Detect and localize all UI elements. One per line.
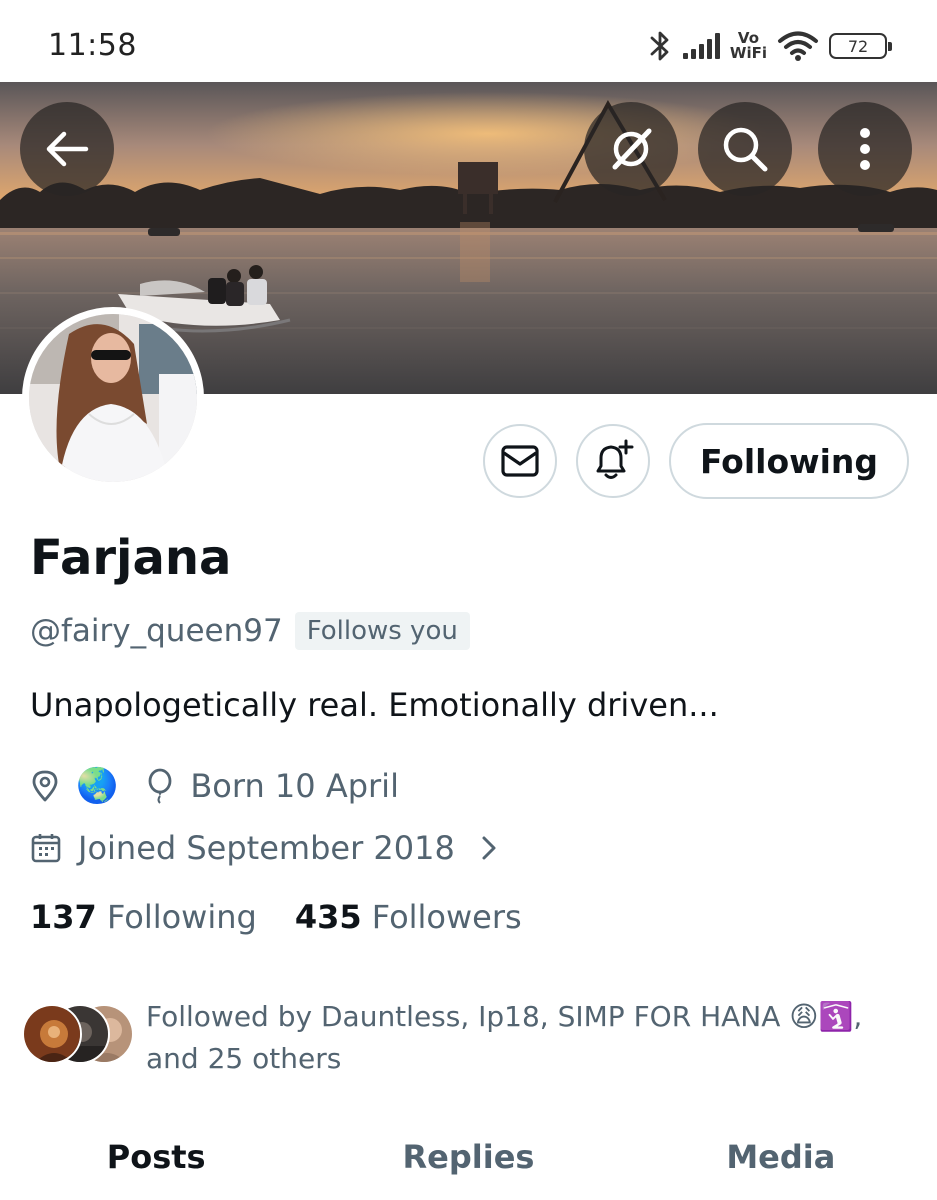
handle-row: @fairy_queen97 Follows you: [30, 612, 470, 650]
battery-level: 72: [847, 36, 869, 56]
battery-indicator: 72: [829, 33, 892, 59]
followed-by-text: Followed by Dauntless, Ip18, SIMP FOR HA…: [146, 996, 916, 1080]
wifi-icon: [778, 31, 818, 61]
tab-media[interactable]: Media: [625, 1120, 937, 1200]
back-arrow-icon: [46, 131, 89, 167]
tab-replies[interactable]: Replies: [312, 1120, 624, 1200]
followers-count: 435: [294, 898, 362, 936]
mutual-avatars: [22, 1004, 142, 1064]
followed-by-section[interactable]: Followed by Dauntless, Ip18, SIMP FOR HA…: [22, 996, 922, 1076]
tab-posts[interactable]: Posts: [0, 1120, 312, 1200]
follows-you-badge: Follows you: [294, 612, 470, 650]
message-button[interactable]: [483, 424, 557, 498]
chevron-right-icon: [482, 836, 496, 860]
notifications-button[interactable]: [576, 424, 650, 498]
mail-icon: [501, 445, 539, 477]
profile-tabs: Posts Replies Media: [0, 1120, 937, 1200]
status-icons: Vo WiFi 72: [647, 26, 892, 66]
profile-meta-row: 🌏 Born 10 April: [30, 762, 399, 810]
bluetooth-icon: [650, 31, 669, 61]
status-bar: 11:58 Vo WiFi 72: [0, 0, 937, 82]
grok-icon: [612, 128, 652, 170]
profile-bio: Unapologetically real. Emotionally drive…: [30, 686, 719, 724]
birthday-balloon-icon: [148, 768, 172, 804]
avatar-image: [29, 314, 197, 482]
vowifi-bottom: WiFi: [729, 44, 767, 62]
username-handle: @fairy_queen97: [30, 613, 283, 649]
grok-button[interactable]: [584, 102, 678, 196]
following-label: Following: [106, 898, 257, 936]
profile-avatar[interactable]: [22, 307, 204, 489]
followers-stat[interactable]: 435 Followers: [295, 898, 522, 936]
bell-plus-icon: [596, 439, 634, 479]
joined-row[interactable]: Joined September 2018: [30, 824, 499, 872]
mutual-avatar: [22, 1004, 82, 1064]
followers-label: Followers: [371, 898, 522, 936]
joined-text: Joined September 2018: [78, 829, 455, 867]
vowifi-indicator: Vo WiFi: [730, 31, 767, 61]
location-emoji: 🌏: [76, 766, 119, 806]
search-button[interactable]: [698, 102, 792, 196]
calendar-icon: [31, 834, 61, 863]
display-name: Farjana: [30, 530, 232, 586]
following-button[interactable]: Following: [669, 423, 909, 499]
status-time: 11:58: [48, 28, 137, 63]
following-count: 137: [30, 898, 97, 936]
more-options-button[interactable]: [818, 102, 912, 196]
following-stat[interactable]: 137 Following: [30, 898, 257, 936]
more-vertical-icon: [860, 128, 870, 170]
cell-signal-icon: [682, 33, 720, 59]
followed-by-line-2: and 25 others: [146, 1042, 342, 1075]
search-icon: [723, 127, 768, 172]
birthday-text: Born 10 April: [190, 767, 399, 805]
followed-by-line-1: Followed by Dauntless, Ip18, SIMP FOR HA…: [146, 1000, 863, 1033]
follow-stats: 137 Following 435 Followers: [30, 898, 522, 936]
location-pin-icon: [32, 770, 58, 802]
back-button[interactable]: [20, 102, 114, 196]
